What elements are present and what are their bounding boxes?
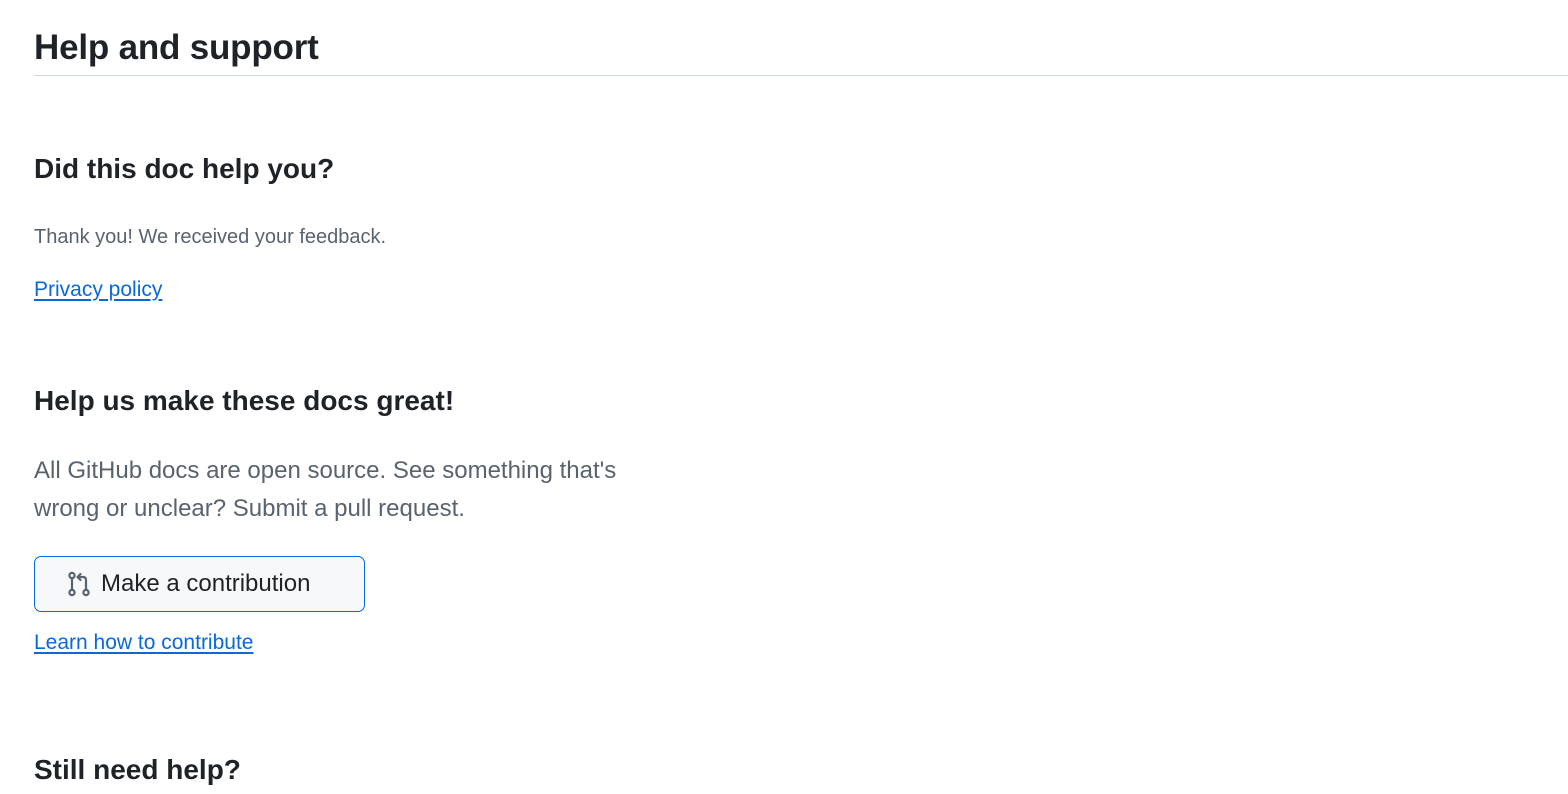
- learn-how-to-contribute-link[interactable]: Learn how to contribute: [34, 630, 253, 656]
- git-pull-request-icon: [65, 570, 93, 598]
- page-title: Help and support: [34, 28, 319, 67]
- contribute-description: All GitHub docs are open source. See som…: [34, 457, 617, 522]
- feedback-heading: Did this doc help you?: [34, 153, 335, 184]
- title-divider: [34, 75, 1568, 76]
- privacy-policy-link[interactable]: Privacy policy: [34, 277, 162, 303]
- make-contribution-label: Make a contribution: [101, 570, 311, 597]
- still-need-help-heading: Still need help?: [34, 754, 241, 785]
- feedback-thanks-message: Thank you! We received your feedback.: [34, 226, 387, 248]
- make-contribution-button[interactable]: Make a contribution: [34, 556, 365, 612]
- contribute-heading: Help us make these docs great!: [34, 385, 455, 416]
